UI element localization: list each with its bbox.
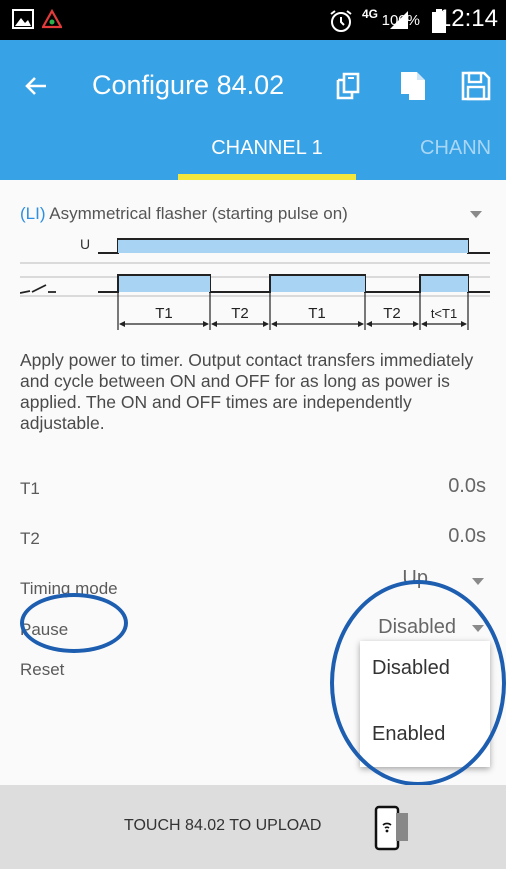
alert-icon	[41, 8, 63, 34]
function-label: Asymmetrical flasher (starting pulse on)	[49, 204, 348, 223]
chevron-down-icon	[472, 578, 484, 585]
clock: 12:14	[437, 5, 498, 32]
param-label: Reset	[20, 660, 65, 679]
function-dropdown[interactable]: (LI) Asymmetrical flasher (starting puls…	[20, 194, 490, 234]
diagram-segment: t<T1	[431, 306, 457, 321]
paste-button[interactable]	[395, 68, 431, 104]
network-type: 4G	[362, 7, 379, 21]
chevron-down-icon	[470, 211, 482, 218]
diagram-segment: T1	[155, 305, 173, 322]
diagram-segment: T1	[308, 305, 326, 322]
copy-button[interactable]	[330, 68, 366, 104]
battery-percent: 100%	[381, 12, 420, 29]
gallery-icon	[12, 9, 34, 34]
diagram-segment: T2	[231, 305, 249, 322]
nfc-phone-icon[interactable]	[374, 805, 412, 851]
param-value[interactable]: 0.0s	[448, 475, 486, 498]
param-label: T2	[20, 529, 40, 548]
diagram-supply-label: U	[80, 236, 90, 252]
param-value[interactable]: 0.0s	[448, 525, 486, 548]
timing-diagram: U T1 T2 T1 T2 t<T1	[20, 236, 490, 330]
status-bar: 4G 100% 12:14	[0, 0, 506, 40]
alarm-icon	[328, 8, 354, 39]
copy-icon	[336, 72, 360, 100]
tab-channel-2-label: CHANN	[420, 137, 492, 159]
param-row-t2[interactable]: T2 0.0s	[20, 525, 486, 555]
highlight-ring-pause-dropdown	[330, 580, 506, 786]
back-button[interactable]	[16, 66, 56, 106]
upload-bar: TOUCH 84.02 TO UPLOAD	[0, 785, 506, 869]
param-row-t1[interactable]: T1 0.0s	[20, 475, 486, 505]
app-bar: Configure 84.02 CHANNEL 1 CHANN	[0, 40, 506, 180]
tab-channel-2[interactable]: CHANN	[420, 126, 491, 170]
paste-icon	[401, 72, 425, 100]
arrow-left-icon	[25, 77, 46, 95]
floppy-disk-icon	[461, 71, 491, 101]
highlight-ring-pause-label	[20, 593, 128, 653]
tab-channel-1-label: CHANNEL 1	[211, 137, 323, 159]
save-button[interactable]	[458, 68, 494, 104]
function-description: Apply power to timer. Output contact tra…	[20, 350, 474, 433]
tab-channel-1[interactable]: CHANNEL 1	[178, 126, 356, 180]
page-title: Configure 84.02	[92, 70, 285, 100]
diagram-segment: T2	[383, 305, 401, 322]
param-label: T1	[20, 479, 40, 498]
upload-instruction: TOUCH 84.02 TO UPLOAD	[124, 817, 322, 834]
function-code: (LI)	[20, 204, 46, 223]
